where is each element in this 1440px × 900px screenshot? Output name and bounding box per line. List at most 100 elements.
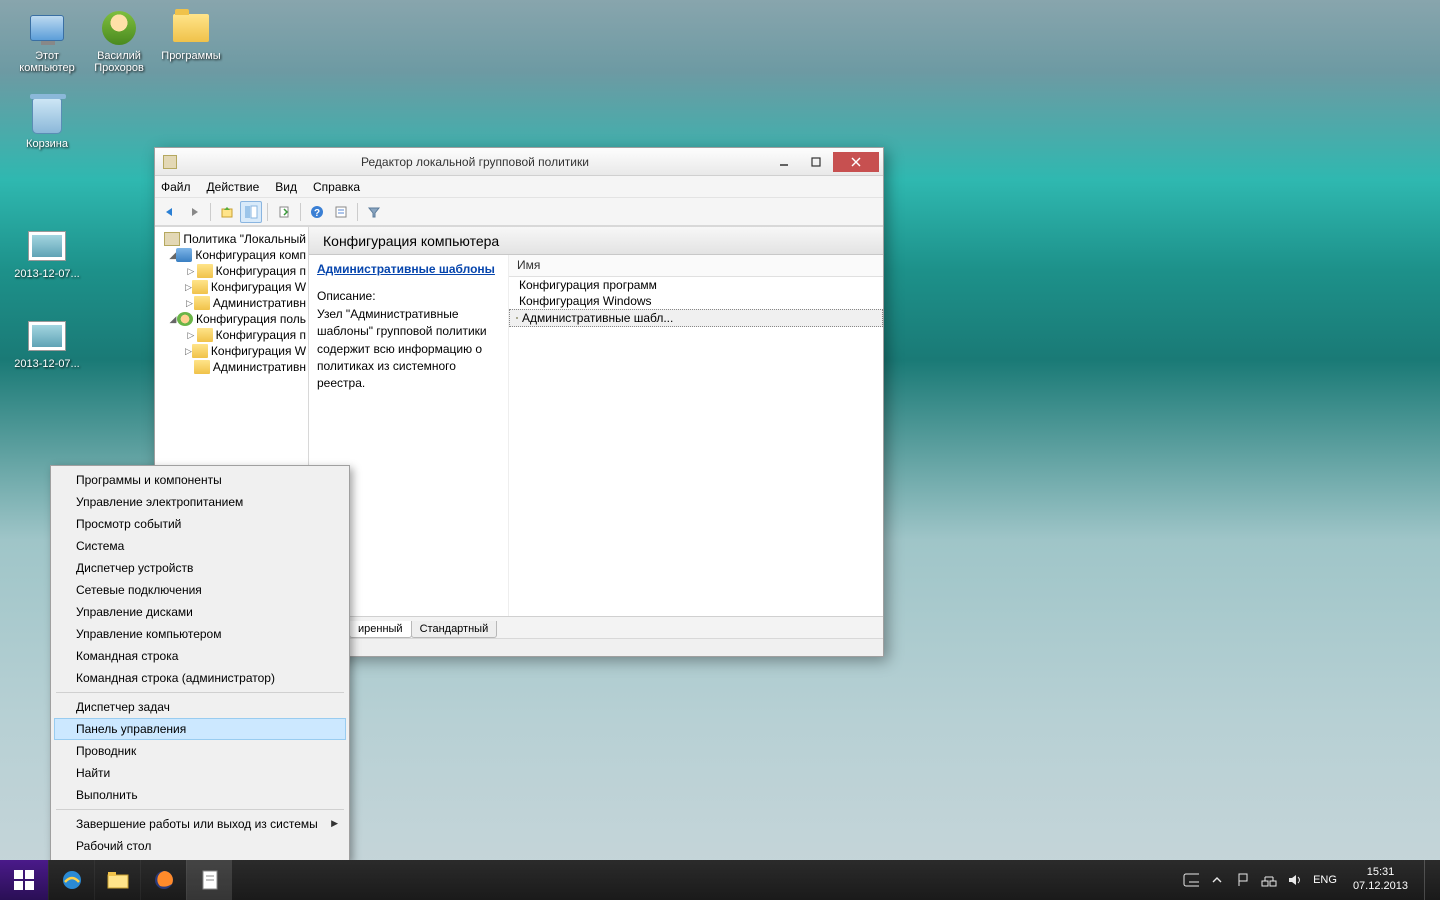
- ctx-task-manager[interactable]: Диспетчер задач: [54, 696, 346, 718]
- menu-file[interactable]: Файл: [161, 180, 191, 194]
- network-icon[interactable]: [1261, 872, 1277, 888]
- desktop-icon-label: 2013-12-07...: [14, 358, 79, 370]
- language-indicator[interactable]: ENG: [1313, 874, 1337, 886]
- user-config-icon: [177, 312, 193, 326]
- list-item-selected[interactable]: Административные шабл...: [509, 309, 883, 327]
- up-button[interactable]: [216, 201, 238, 223]
- taskbar-gpedit[interactable]: [186, 860, 232, 900]
- folder-icon: [106, 869, 130, 891]
- back-button[interactable]: [159, 201, 181, 223]
- ctx-shutdown[interactable]: Завершение работы или выход из системы▶: [54, 813, 346, 835]
- ctx-device-manager[interactable]: Диспетчер устройств: [54, 557, 346, 579]
- description-text: Узел "Административные шаблоны" группово…: [317, 306, 500, 393]
- maximize-button[interactable]: [801, 152, 831, 172]
- tray-expand-icon[interactable]: [1209, 872, 1225, 888]
- ctx-desktop[interactable]: Рабочий стол: [54, 835, 346, 857]
- tree-root[interactable]: Политика "Локальный: [155, 231, 308, 247]
- menubar: Файл Действие Вид Справка: [155, 176, 883, 198]
- minimize-button[interactable]: [769, 152, 799, 172]
- tree-item[interactable]: ▷Конфигурация W: [155, 279, 308, 295]
- separator: [56, 809, 344, 810]
- list-item[interactable]: Конфигурация Windows: [509, 293, 883, 309]
- date: 07.12.2013: [1353, 880, 1408, 894]
- desktop-icon-screenshot2[interactable]: 2013-12-07...: [10, 316, 84, 370]
- tree-item[interactable]: ▷Конфигурация п: [155, 263, 308, 279]
- desktop-icon-label: Программы: [161, 50, 220, 62]
- ie-icon: [60, 868, 84, 892]
- app-icon: [163, 155, 177, 169]
- close-button[interactable]: [833, 152, 879, 172]
- tree-user-config[interactable]: ◢Конфигурация поль: [155, 311, 308, 327]
- start-button[interactable]: [0, 860, 48, 900]
- folder-icon: [192, 280, 208, 294]
- ctx-explorer[interactable]: Проводник: [54, 740, 346, 762]
- tree-item[interactable]: ▷Конфигурация п: [155, 327, 308, 343]
- list-item[interactable]: Конфигурация программ: [509, 277, 883, 293]
- export-button[interactable]: [273, 201, 295, 223]
- ctx-system[interactable]: Система: [54, 535, 346, 557]
- action-center-icon[interactable]: [1235, 872, 1251, 888]
- properties-button[interactable]: [330, 201, 352, 223]
- firefox-icon: [152, 868, 176, 892]
- winx-menu: Программы и компоненты Управление электр…: [50, 465, 350, 861]
- separator: [56, 692, 344, 693]
- ctx-cmd[interactable]: Командная строка: [54, 645, 346, 667]
- volume-icon[interactable]: [1287, 872, 1303, 888]
- desktop-icon-label: Корзина: [26, 138, 68, 150]
- subheading[interactable]: Административные шаблоны: [317, 261, 500, 278]
- tree-item[interactable]: ▷Административн: [155, 295, 308, 311]
- tree-computer-config[interactable]: ◢Конфигурация комп: [155, 247, 308, 263]
- tree-item[interactable]: Административн: [155, 359, 308, 375]
- ctx-control-panel[interactable]: Панель управления: [54, 718, 346, 740]
- menu-action[interactable]: Действие: [207, 180, 260, 194]
- view-tabs: иренный Стандартный: [309, 616, 883, 638]
- desktop-icon-screenshot1[interactable]: 2013-12-07...: [10, 226, 84, 280]
- taskbar-firefox[interactable]: [140, 860, 186, 900]
- tab-extended[interactable]: иренный: [349, 621, 412, 638]
- ctx-programs-features[interactable]: Программы и компоненты: [54, 469, 346, 491]
- recycle-bin-icon: [32, 98, 62, 134]
- taskbar-ie[interactable]: [48, 860, 94, 900]
- user-icon: [102, 11, 136, 45]
- pane-header: Конфигурация компьютера: [309, 227, 883, 255]
- document-icon: [200, 869, 220, 891]
- svg-text:?: ?: [314, 208, 320, 219]
- ctx-power-options[interactable]: Управление электропитанием: [54, 491, 346, 513]
- folder-icon: [194, 360, 210, 374]
- help-button[interactable]: ?: [306, 201, 328, 223]
- tab-standard[interactable]: Стандартный: [411, 621, 498, 638]
- taskbar: ENG 15:31 07.12.2013: [0, 860, 1440, 900]
- folder-icon: [173, 14, 209, 42]
- pane-title: Конфигурация компьютера: [323, 233, 499, 249]
- time: 15:31: [1353, 866, 1408, 880]
- ctx-search[interactable]: Найти: [54, 762, 346, 784]
- show-tree-button[interactable]: [240, 201, 262, 223]
- computer-config-icon: [176, 248, 192, 262]
- ctx-run[interactable]: Выполнить: [54, 784, 346, 806]
- titlebar[interactable]: Редактор локальной групповой политики: [155, 148, 883, 176]
- filter-button[interactable]: [363, 201, 385, 223]
- show-desktop-button[interactable]: [1424, 860, 1432, 900]
- forward-button[interactable]: [183, 201, 205, 223]
- ctx-network-connections[interactable]: Сетевые подключения: [54, 579, 346, 601]
- keyboard-icon[interactable]: [1183, 872, 1199, 888]
- folder-icon: [194, 296, 210, 310]
- desktop-icon-computer[interactable]: Этот компьютер: [10, 8, 84, 74]
- column-header-name[interactable]: Имя: [509, 255, 883, 277]
- desktop-icon-user[interactable]: Василий Прохоров: [82, 8, 156, 74]
- folder-icon: [197, 264, 213, 278]
- menu-help[interactable]: Справка: [313, 180, 360, 194]
- menu-view[interactable]: Вид: [275, 180, 297, 194]
- folder-icon: [192, 344, 208, 358]
- ctx-disk-management[interactable]: Управление дисками: [54, 601, 346, 623]
- clock[interactable]: 15:31 07.12.2013: [1353, 866, 1408, 894]
- document-icon: [164, 232, 180, 246]
- ctx-cmd-admin[interactable]: Командная строка (администратор): [54, 667, 346, 689]
- desktop-icon-recycle-bin[interactable]: Корзина: [10, 96, 84, 150]
- taskbar-explorer[interactable]: [94, 860, 140, 900]
- desktop-icon-programs[interactable]: Программы: [154, 8, 228, 62]
- tree-item[interactable]: ▷Конфигурация W: [155, 343, 308, 359]
- ctx-event-viewer[interactable]: Просмотр событий: [54, 513, 346, 535]
- ctx-computer-management[interactable]: Управление компьютером: [54, 623, 346, 645]
- window-title: Редактор локальной групповой политики: [183, 155, 767, 169]
